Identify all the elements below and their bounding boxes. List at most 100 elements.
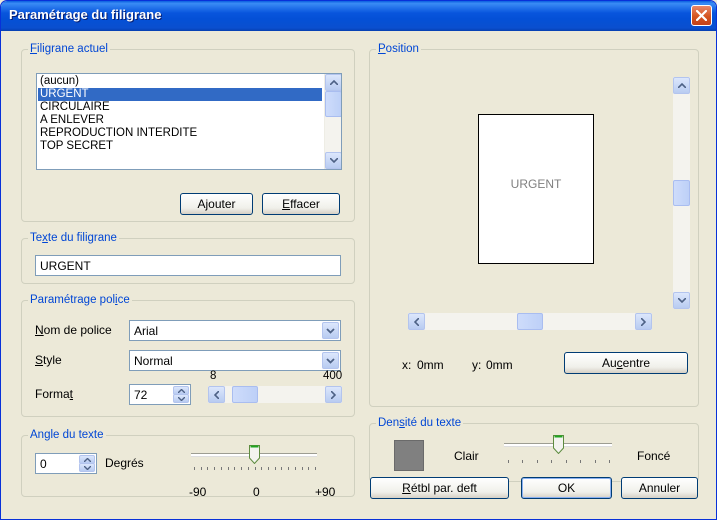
slider-tick [551,460,553,463]
font-size-max-label: 400 [323,370,343,382]
slider-tick [565,460,567,463]
font-size-spinner[interactable]: 72 [129,384,191,405]
chevron-down-icon [326,327,335,334]
close-button[interactable] [691,5,712,26]
font-size-value: 72 [134,388,148,402]
reset-defaults-button[interactable]: Rétbl par. deft [370,477,509,499]
watermark-settings-dialog: Paramétrage du filigrane Filigrane actue… [0,0,717,520]
dark-label: Foncé [637,449,671,463]
font-settings-legend: Paramétrage police [30,294,130,306]
watermark-text-legend: Texte du filigrane [30,232,117,244]
slider-tick [207,467,209,470]
font-size-min-label: 8 [210,370,217,382]
arrow-up-icon [329,80,338,85]
list-item-selected[interactable]: URGENT [38,88,322,101]
list-item[interactable]: A ENLEVER [38,114,322,127]
list-item[interactable]: REPRODUCTION INTERDITE [38,127,322,140]
scroll-left-button[interactable] [408,313,425,330]
angle-max-label: +90 [315,485,336,499]
y-label: y: [472,358,482,372]
font-name-dropdown-button[interactable] [322,322,339,339]
slider-tick [288,467,290,470]
position-horizontal-scrollbar[interactable] [408,313,652,330]
slider-tick [274,467,276,470]
font-size-label: Format [35,387,74,401]
vertical-position-thumb[interactable] [673,180,690,206]
current-watermark-group: Filigrane actuel (aucun) URGENT CIRCULAI… [21,43,355,222]
density-slider-thumb[interactable] [553,435,564,454]
font-size-down-button[interactable] [173,394,189,403]
position-legend: Position [378,43,419,55]
slider-tick [594,460,596,463]
position-vertical-scrollbar[interactable] [673,77,690,309]
slider-tick [522,460,524,463]
list-item[interactable]: TOP SECRET [38,140,322,153]
text-angle-legend: Angle du texte [30,429,104,441]
close-icon [696,10,707,21]
watermark-text-group: Texte du filigrane URGENT [21,232,355,284]
slider-tick [294,467,296,470]
slider-tick [315,467,316,470]
x-label: x: [402,358,412,372]
watermark-list[interactable]: (aucun) URGENT CIRCULAIRE A ENLEVER REPR… [36,73,342,170]
density-slider[interactable] [502,431,618,473]
delete-button[interactable]: Effacer [262,193,340,215]
angle-value: 0 [40,457,47,471]
angle-down-button[interactable] [79,463,95,472]
font-name-combo[interactable]: Arial [129,320,341,341]
scroll-thumb[interactable] [325,91,341,117]
window-title: Paramétrage du filigrane [9,7,162,22]
chevron-down-icon [326,357,335,364]
scroll-right-button[interactable] [325,386,342,403]
slider-tick [254,467,256,470]
light-label: Clair [454,449,479,463]
font-settings-group: Paramétrage police Nom de police Arial S… [21,294,355,417]
slider-tick [194,467,195,470]
scroll-down-button[interactable] [673,292,690,309]
list-scrollbar[interactable] [324,74,341,169]
list-item[interactable]: (aucun) [38,75,322,88]
text-density-legend: Densité du texte [378,417,462,429]
angle-unit-label: Degrés [105,456,144,470]
angle-slider[interactable] [188,441,344,485]
ok-button[interactable]: OK [521,477,612,499]
slider-tick [580,460,582,463]
add-button[interactable]: Ajouter [180,193,253,215]
scroll-left-button[interactable] [208,386,225,403]
text-angle-group: Angle du texte 0 Degrés -90 0 +90 [21,429,355,499]
scroll-down-button[interactable] [325,152,341,169]
font-size-scroll-thumb[interactable] [232,386,258,403]
scroll-right-button[interactable] [635,313,652,330]
slider-tick [234,467,236,470]
arrow-left-icon [214,390,219,399]
horizontal-position-thumb[interactable] [517,313,543,330]
slider-tick [536,460,538,463]
list-item[interactable]: CIRCULAIRE [38,101,322,114]
arrow-left-icon [414,317,419,326]
cancel-button[interactable]: Annuler [621,477,698,499]
slider-tick [261,467,263,470]
arrow-right-icon [331,390,336,399]
arrow-down-icon [329,158,338,163]
dialog-body: Filigrane actuel (aucun) URGENT CIRCULAI… [4,31,713,518]
font-name-label: Nom de police [35,323,112,337]
slider-tick [220,467,222,470]
title-bar[interactable]: Paramétrage du filigrane [1,1,716,31]
scroll-up-button[interactable] [325,74,341,91]
angle-spinner[interactable]: 0 [35,453,97,474]
slider-tick [281,467,283,470]
slider-tick [267,467,269,470]
angle-slider-thumb[interactable] [249,445,260,464]
slider-tick [508,460,509,463]
font-size-scrollbar[interactable] [208,386,342,403]
center-button[interactable]: Au c entre [564,352,688,374]
font-style-dropdown-button[interactable] [322,352,339,369]
arrow-up-icon [83,457,91,462]
watermark-text-input[interactable]: URGENT [35,255,341,276]
arrow-down-icon [677,298,686,303]
slider-tick [227,467,229,470]
page-preview[interactable]: URGENT [478,114,594,264]
font-style-combo[interactable]: Normal [129,350,341,371]
scroll-up-button[interactable] [673,77,690,94]
slider-tick [241,467,243,470]
